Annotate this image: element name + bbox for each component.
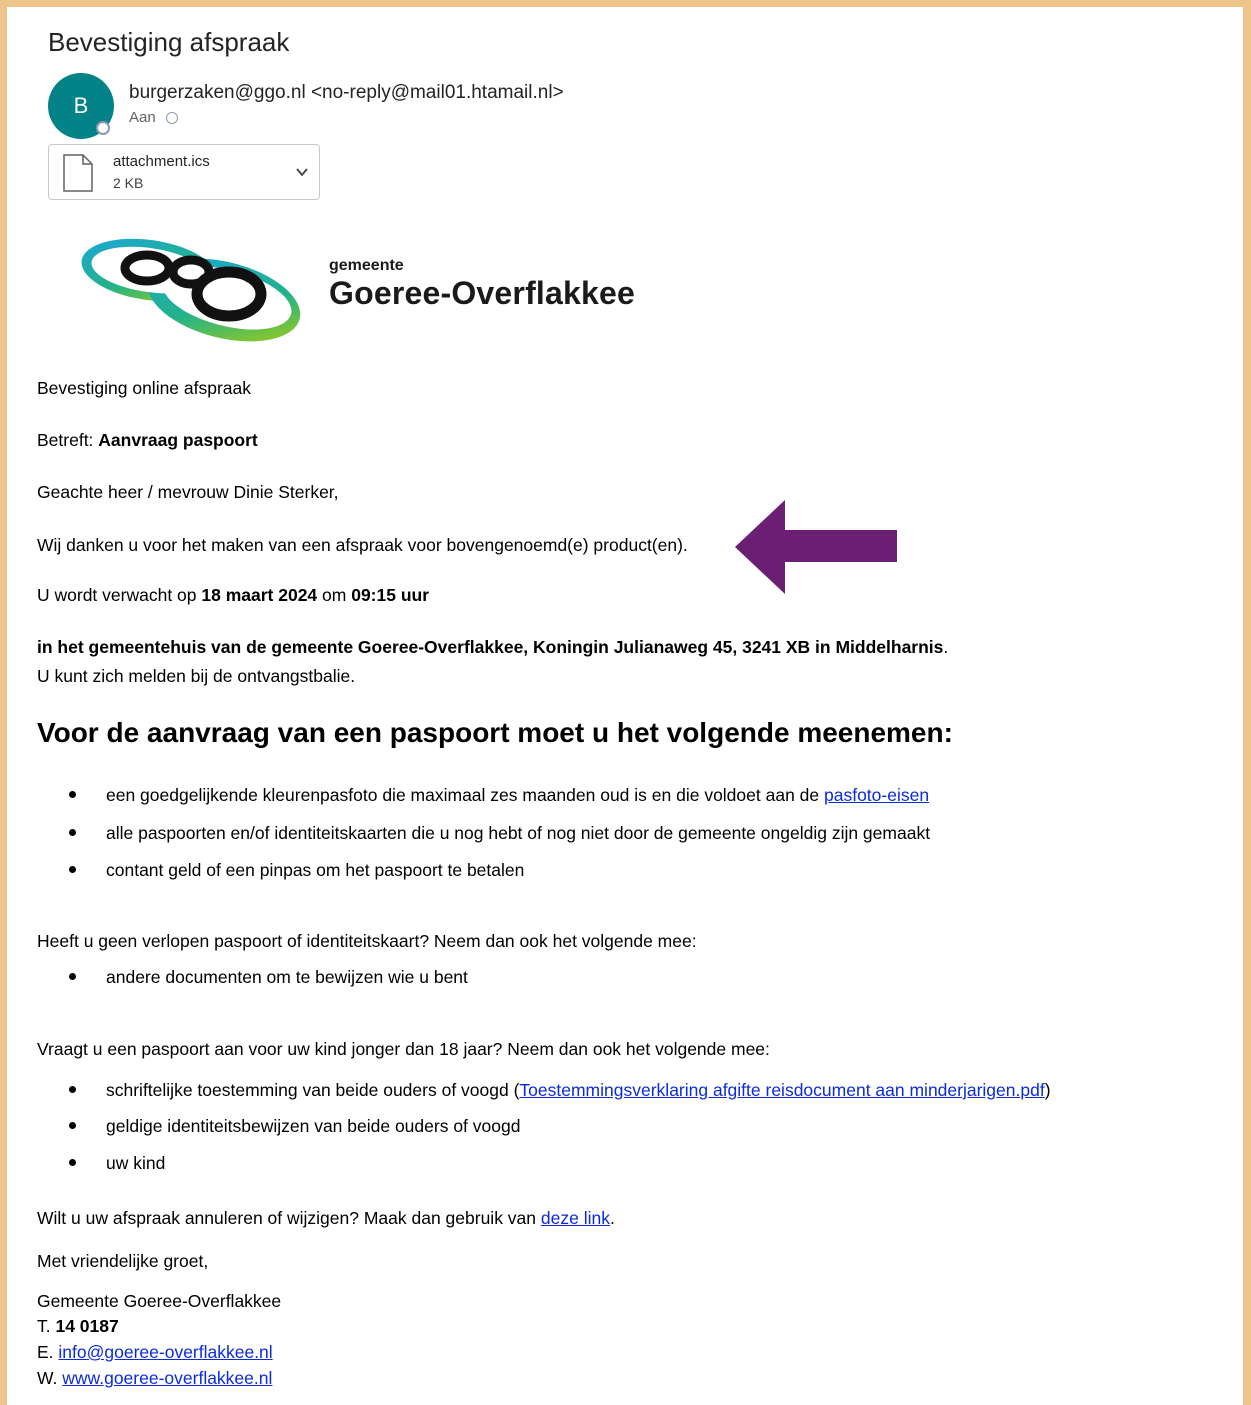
consent-form-link[interactable]: Toestemmingsverklaring afgifte reisdocum… xyxy=(519,1080,1044,1100)
email-label: E. xyxy=(37,1342,59,1362)
signature-web: W. www.goeree-overflakkee.nl xyxy=(37,1368,272,1389)
location-text: in het gemeentehuis van de gemeente Goer… xyxy=(37,637,944,657)
chevron-down-icon[interactable] xyxy=(295,165,309,179)
recipient-line: Aan xyxy=(129,109,178,126)
email-link[interactable]: info@goeree-overflakkee.nl xyxy=(58,1342,272,1362)
signature-phone: T. 14 0187 xyxy=(37,1316,119,1337)
expected-prefix: U wordt verwacht op xyxy=(37,585,202,605)
list-item: contant geld of een pinpas om het paspoo… xyxy=(69,860,524,881)
list-item: geldige identiteitsbewijzen van beide ou… xyxy=(69,1116,520,1137)
list-item: andere documenten om te bewijzen wie u b… xyxy=(69,967,468,988)
avatar-initial: B xyxy=(73,93,89,118)
bullet-dot xyxy=(69,1085,76,1093)
appointment-date: 18 maart 2024 xyxy=(201,585,318,605)
phone-label: T. xyxy=(37,1316,56,1336)
bring-item-1-text: een goedgelijkende kleurenpasfoto die ma… xyxy=(106,785,824,805)
child-intro: Vraagt u een paspoort aan voor uw kind j… xyxy=(37,1039,770,1059)
to-label: Aan xyxy=(129,109,156,126)
bullet-dot xyxy=(69,828,76,836)
bullet-dot xyxy=(69,865,76,873)
betreft-value: Aanvraag paspoort xyxy=(98,430,258,450)
bullet-dot xyxy=(69,790,76,798)
location-line: in het gemeentehuis van de gemeente Goer… xyxy=(37,637,948,658)
bring-item-2: alle paspoorten en/of identiteitskaarten… xyxy=(106,823,931,843)
signature-email: E. info@goeree-overflakkee.nl xyxy=(37,1342,273,1363)
list-item: een goedgelijkende kleurenpasfoto die ma… xyxy=(69,785,929,806)
phone-number: 14 0187 xyxy=(55,1316,119,1336)
bullet-dot xyxy=(69,972,76,980)
presence-status-icon xyxy=(96,121,110,135)
logo-text-small: gemeente xyxy=(329,257,404,274)
child-item-3: uw kind xyxy=(106,1153,166,1173)
sender-address[interactable]: burgerzaken@ggo.nl <no-reply@mail01.htam… xyxy=(129,82,564,104)
attachment-name: attachment.ics xyxy=(113,153,210,170)
attachment-size: 2 KB xyxy=(113,175,144,191)
expected-mid: om xyxy=(317,585,352,605)
signature-org: Gemeente Goeree-Overflakkee xyxy=(37,1291,282,1311)
child-item-1-end: ) xyxy=(1044,1080,1051,1100)
file-icon xyxy=(63,154,93,192)
list-item: alle paspoorten en/of identiteitskaarten… xyxy=(69,823,930,844)
location-end: . xyxy=(943,637,949,657)
betreft-label: Betreft: xyxy=(37,430,99,450)
attachment-card[interactable]: attachment.ics 2 KB xyxy=(48,144,320,200)
recipient-presence-icon xyxy=(165,111,178,124)
arrow-left-icon xyxy=(735,500,897,594)
child-item-1-text: schriftelijke toestemming van beide oude… xyxy=(106,1080,520,1100)
no-passport-intro: Heeft u geen verlopen paspoort of identi… xyxy=(37,931,697,951)
website-link[interactable]: www.goeree-overflakkee.nl xyxy=(62,1368,272,1388)
cancel-line: Wilt u uw afspraak annuleren of wijzigen… xyxy=(37,1208,615,1229)
confirmation-line: Bevestiging online afspraak xyxy=(37,378,252,398)
pasfoto-eisen-link[interactable]: pasfoto-eisen xyxy=(824,785,929,805)
cancel-link[interactable]: deze link xyxy=(541,1208,610,1228)
bullet-dot xyxy=(69,1121,76,1129)
closing: Met vriendelijke groet, xyxy=(37,1251,209,1271)
subject-line: Betreft: Aanvraag paspoort xyxy=(37,430,258,451)
list-item: schriftelijke toestemming van beide oude… xyxy=(69,1080,1051,1101)
email-subject: Bevestiging afspraak xyxy=(48,27,290,57)
cancel-text: Wilt u uw afspraak annuleren of wijzigen… xyxy=(37,1208,541,1228)
web-label: W. xyxy=(37,1368,63,1388)
requirements-heading: Voor de aanvraag van een paspoort moet u… xyxy=(37,717,953,748)
child-item-2: geldige identiteitsbewijzen van beide ou… xyxy=(106,1116,521,1136)
appointment-line: U wordt verwacht op 18 maart 2024 om 09:… xyxy=(37,585,429,606)
gemeente-logo-icon xyxy=(81,238,301,342)
appointment-time: 09:15 uur xyxy=(351,585,430,605)
greeting: Geachte heer / mevrouw Dinie Sterker, xyxy=(37,482,339,502)
thanks-line: Wij danken u voor het maken van een afsp… xyxy=(37,535,688,555)
logo-text-big: Goeree-Overflakkee xyxy=(329,275,636,311)
cancel-end: . xyxy=(609,1208,615,1228)
bullet-dot xyxy=(69,1158,76,1166)
no-passport-item: andere documenten om te bewijzen wie u b… xyxy=(106,967,468,987)
bring-item-3: contant geld of een pinpas om het paspoo… xyxy=(106,860,525,880)
list-item: uw kind xyxy=(69,1153,165,1174)
email-reading-pane: Bevestiging afspraak B burgerzaken@ggo.n… xyxy=(7,7,1243,1405)
report-line: U kunt zich melden bij de ontvangstbalie… xyxy=(37,666,356,686)
